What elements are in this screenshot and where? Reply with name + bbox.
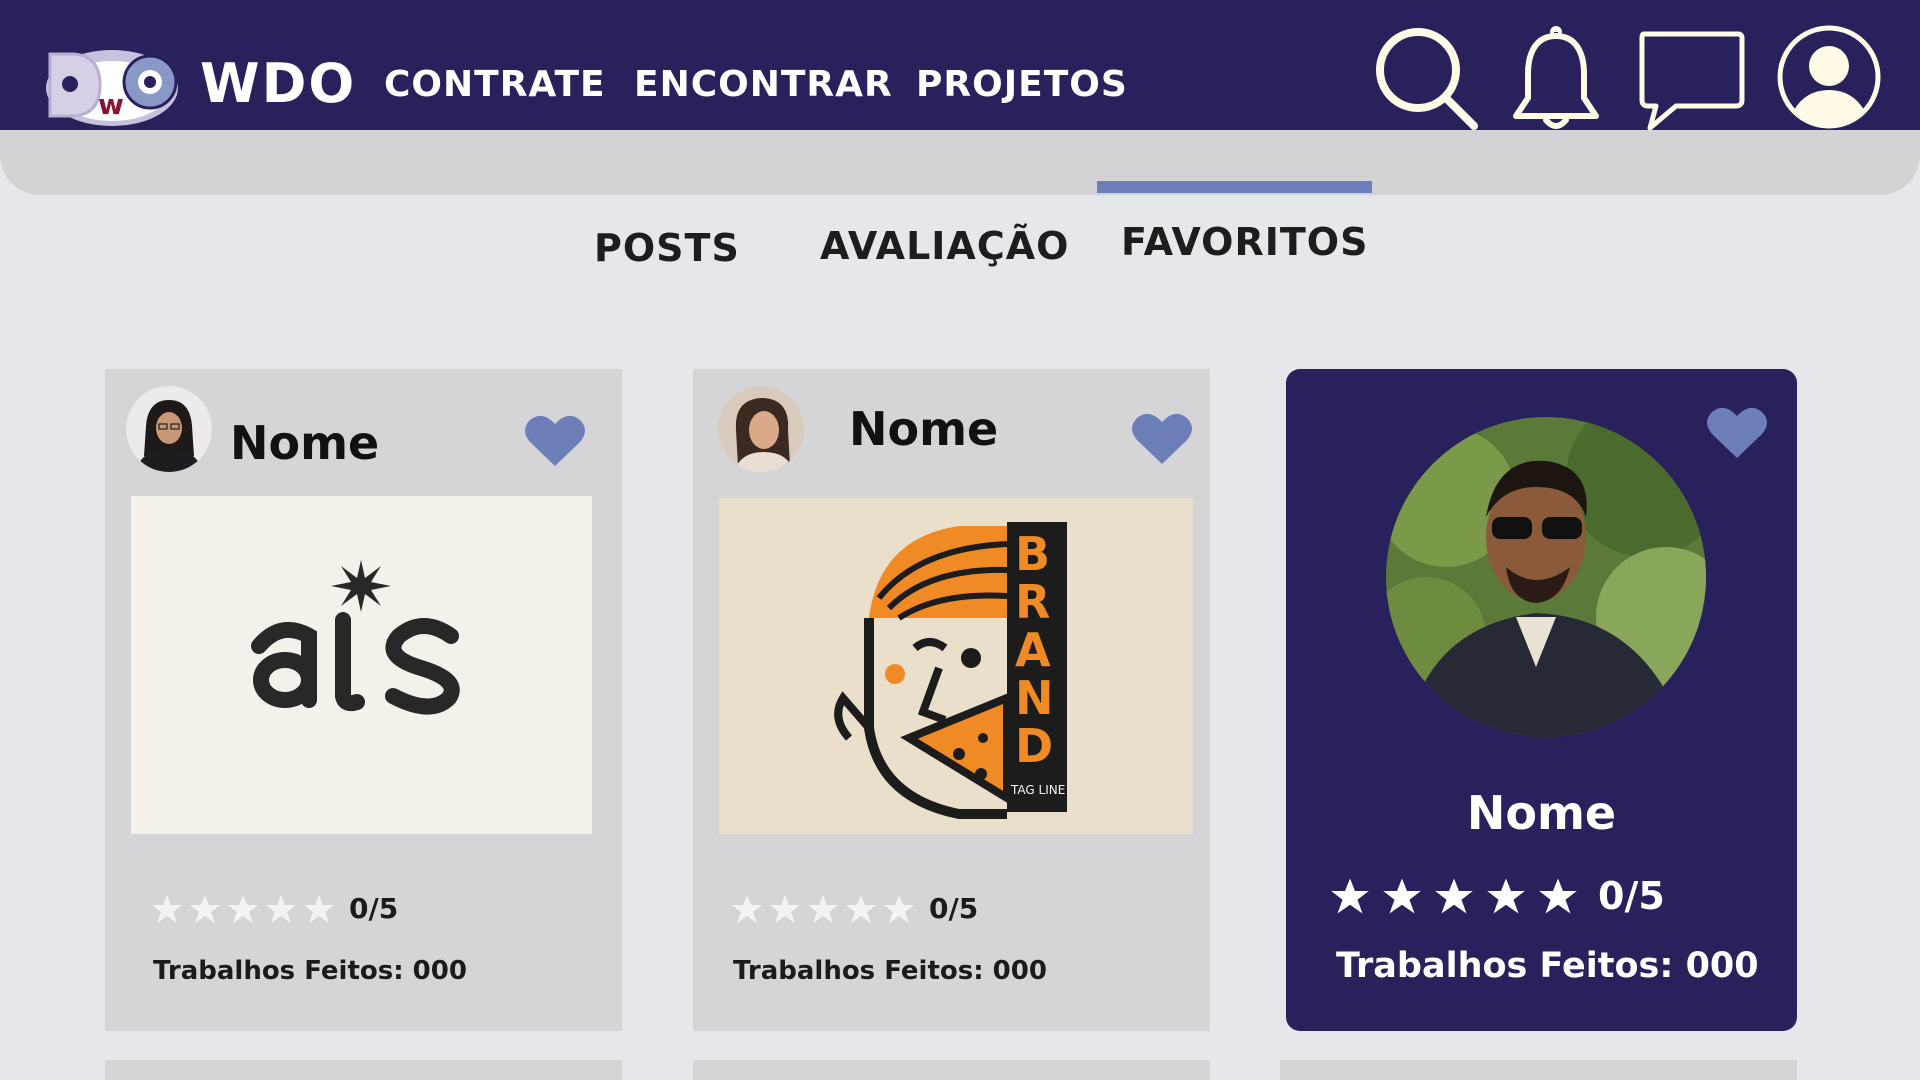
rating-value: 0/5	[929, 892, 979, 925]
star-icon	[266, 894, 296, 923]
nav-projetos[interactable]: PROJETOS	[916, 64, 1128, 105]
card-name: Nome	[230, 416, 380, 470]
tab-posts[interactable]: POSTS	[594, 226, 740, 270]
star-icon	[190, 894, 220, 923]
search-icon[interactable]	[1372, 24, 1482, 134]
header: w WDO CONTRATE ENCONTRAR PROJETOS	[0, 0, 1920, 153]
star-icon	[732, 894, 762, 923]
chat-icon[interactable]	[1636, 24, 1746, 134]
star-icon	[770, 894, 800, 923]
svg-text:R: R	[1015, 575, 1050, 629]
post-image[interactable]: B R A N D TAG LINE	[719, 498, 1193, 834]
bell-icon[interactable]	[1506, 24, 1606, 134]
star-icon	[304, 894, 334, 923]
heart-icon[interactable]	[1131, 410, 1193, 466]
rating-stars: 0/5	[151, 892, 398, 925]
jobs-done: Trabalhos Feitos: 000	[153, 956, 467, 986]
tab-favoritos[interactable]: FAVORITOS	[1121, 220, 1368, 264]
star-icon	[884, 894, 914, 923]
star-icon	[1383, 878, 1421, 914]
svg-text:w: w	[98, 88, 124, 121]
avatar[interactable]	[126, 386, 212, 472]
card-name: Nome	[1466, 786, 1617, 840]
active-tab-indicator	[1097, 181, 1372, 193]
brand-name[interactable]: WDO	[200, 52, 356, 115]
tab-avaliacao[interactable]: AVALIAÇÃO	[820, 224, 1069, 268]
heart-icon[interactable]	[1706, 404, 1768, 460]
rating-value: 0/5	[1598, 874, 1665, 918]
svg-text:B: B	[1015, 527, 1050, 581]
rating-value: 0/5	[349, 892, 399, 925]
nav-contrate[interactable]: CONTRATE	[384, 64, 606, 105]
svg-text:N: N	[1015, 671, 1054, 725]
favorite-card[interactable]	[105, 1060, 622, 1080]
nav-encontrar[interactable]: ENCONTRAR	[634, 64, 893, 105]
avatar[interactable]	[718, 386, 804, 472]
favorite-card[interactable]	[1280, 1060, 1797, 1080]
rating-stars: 0/5	[1330, 874, 1665, 918]
card-name: Nome	[849, 402, 999, 456]
wdo-logo[interactable]: w	[40, 44, 188, 130]
jobs-done: Trabalhos Feitos: 000	[733, 956, 1047, 986]
star-icon	[1539, 878, 1577, 914]
star-icon	[808, 894, 838, 923]
post-image[interactable]	[131, 496, 592, 834]
star-icon	[846, 894, 876, 923]
svg-text:TAG LINE: TAG LINE	[1010, 783, 1065, 797]
star-icon	[1487, 878, 1525, 914]
profile-icon[interactable]	[1776, 24, 1882, 130]
svg-text:D: D	[1015, 719, 1053, 773]
svg-text:A: A	[1015, 623, 1051, 677]
star-icon	[1331, 878, 1369, 914]
star-icon	[152, 894, 182, 923]
rating-stars: 0/5	[731, 892, 978, 925]
star-icon	[1435, 878, 1473, 914]
heart-icon[interactable]	[524, 412, 586, 468]
jobs-done: Trabalhos Feitos: 000	[1336, 946, 1759, 986]
star-icon	[228, 894, 258, 923]
profile-photo[interactable]	[1386, 417, 1706, 737]
favorite-card[interactable]	[693, 1060, 1210, 1080]
